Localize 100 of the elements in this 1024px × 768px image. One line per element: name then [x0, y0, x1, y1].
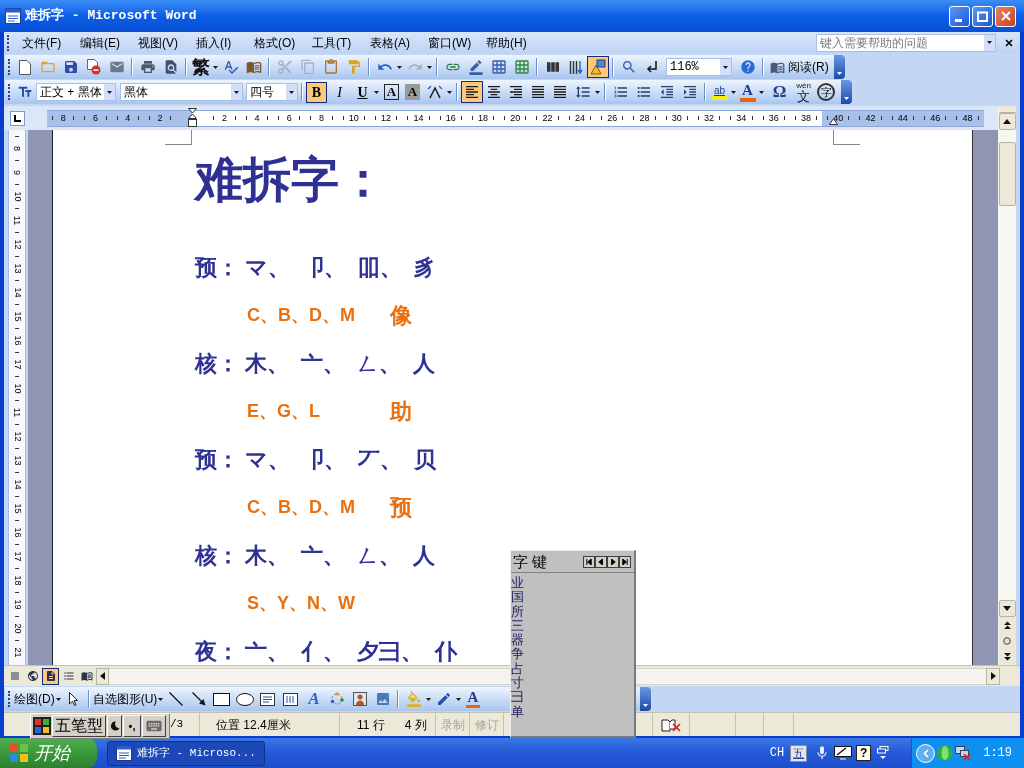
next-page-button[interactable]: [998, 649, 1016, 665]
caret-icon[interactable]: [759, 90, 764, 94]
menu-item[interactable]: 插入(I): [190, 34, 248, 51]
mail-icon[interactable]: [108, 59, 125, 75]
spellcheck-icon[interactable]: [222, 59, 239, 75]
caret-icon[interactable]: [426, 697, 432, 701]
bulleted-list-icon[interactable]: [635, 84, 652, 100]
caret-icon[interactable]: [595, 90, 600, 94]
phonetic-guide-button[interactable]: wén 文: [793, 81, 814, 103]
wordart-button[interactable]: A: [302, 689, 326, 709]
caret-icon[interactable]: [731, 90, 736, 94]
book-icon[interactable]: [245, 59, 262, 75]
numbered-list-icon[interactable]: [612, 84, 629, 100]
close-icon[interactable]: [1005, 38, 1013, 47]
page-with-stop-icon[interactable]: [86, 59, 101, 75]
color-grid-icon[interactable]: [33, 717, 51, 735]
scroll-right-button[interactable]: [986, 667, 1000, 685]
menu-item[interactable]: 帮助(H): [480, 34, 538, 51]
spreadsheet-icon[interactable]: [513, 59, 530, 75]
first-button[interactable]: [583, 555, 595, 568]
restore-icon[interactable]: [877, 746, 890, 760]
draw-menu-button[interactable]: 绘图(D): [13, 691, 55, 707]
italic-button[interactable]: I: [329, 81, 350, 103]
scroll-thumb[interactable]: [998, 142, 1016, 206]
caret-icon[interactable]: [723, 65, 728, 69]
person-picture-icon[interactable]: [352, 692, 367, 706]
punctuation-button[interactable]: •,: [123, 715, 141, 737]
caret-icon[interactable]: [289, 90, 294, 94]
caret-icon[interactable]: [427, 65, 432, 69]
toolbar-options-button[interactable]: [833, 55, 845, 79]
help-button[interactable]: ?: [856, 745, 872, 761]
menu-item[interactable]: 编辑(E): [74, 34, 132, 51]
last-button[interactable]: [619, 555, 631, 568]
pencil-icon[interactable]: [467, 59, 484, 75]
styles-icon[interactable]: [16, 84, 33, 100]
image-icon[interactable]: [374, 691, 391, 707]
maximize-button[interactable]: [972, 5, 993, 27]
caret-icon[interactable]: [397, 65, 402, 69]
soft-keyboard-button[interactable]: [142, 715, 166, 737]
alignment-button[interactable]: [461, 81, 483, 103]
table-icon[interactable]: [490, 59, 507, 75]
previous-button[interactable]: [595, 555, 607, 568]
line-spacing-icon[interactable]: [574, 84, 591, 100]
caret-icon[interactable]: [234, 90, 239, 94]
vertical-text-box-icon[interactable]: [283, 692, 299, 706]
font-color-button[interactable]: A: [737, 81, 758, 103]
close-button[interactable]: [995, 5, 1016, 27]
caret-icon[interactable]: [456, 697, 462, 701]
caret-icon[interactable]: [107, 90, 112, 94]
ime-indicator[interactable]: 五: [790, 744, 808, 762]
language-indicator[interactable]: CH: [769, 744, 785, 762]
highlight-button[interactable]: ab: [709, 81, 730, 103]
decrease-indent-icon[interactable]: [658, 84, 675, 100]
ring-diagram-icon[interactable]: [329, 692, 344, 706]
rectangle-icon[interactable]: [213, 692, 231, 706]
drawing-button[interactable]: [587, 56, 609, 78]
previous-page-button[interactable]: [998, 617, 1016, 633]
toolbar-options-button[interactable]: [640, 687, 651, 711]
start-button[interactable]: 开始: [0, 738, 97, 768]
underline-button[interactable]: U: [352, 81, 373, 103]
printer-icon[interactable]: [139, 59, 156, 75]
next-button[interactable]: [607, 555, 619, 568]
minimize-button[interactable]: [949, 5, 970, 27]
line-icon[interactable]: [168, 692, 183, 706]
caret-icon[interactable]: [374, 90, 379, 94]
toolbar-options-button[interactable]: [841, 80, 852, 104]
caret-icon[interactable]: [836, 72, 842, 75]
help-icon[interactable]: [739, 59, 756, 75]
clipboard-icon[interactable]: [322, 59, 339, 75]
style-dropdown[interactable]: 正文 + 黑体: [36, 83, 116, 101]
menu-item[interactable]: 格式(O): [248, 34, 306, 51]
indent-marker[interactable]: [188, 108, 197, 128]
caret-icon[interactable]: [844, 97, 849, 100]
enclose-characters-button[interactable]: 字: [817, 83, 835, 101]
width-toggle-button[interactable]: [107, 715, 122, 737]
menu-item[interactable]: 表格(A): [364, 34, 422, 51]
text-box-icon[interactable]: [260, 692, 276, 706]
menu-item[interactable]: 工具(T): [306, 34, 364, 51]
character-border-button[interactable]: A: [384, 84, 399, 100]
arrow-icon[interactable]: [191, 692, 206, 706]
autoshapes-menu-button[interactable]: 自选图形(U): [92, 691, 158, 707]
convert-button[interactable]: 繁: [190, 57, 212, 77]
save-icon[interactable]: [62, 59, 79, 75]
caret-icon[interactable]: [213, 65, 218, 69]
caret-icon[interactable]: [55, 697, 61, 701]
scroll-up-button[interactable]: [998, 113, 1016, 130]
caret-icon[interactable]: [987, 41, 992, 44]
scroll-down-button[interactable]: [998, 600, 1016, 617]
caret-icon[interactable]: [447, 90, 452, 94]
font-dropdown[interactable]: 黑体: [120, 83, 243, 101]
blank-page-icon[interactable]: [18, 59, 31, 75]
font-size-dropdown[interactable]: 四号: [246, 83, 298, 101]
menu-item[interactable]: 视图(V): [132, 34, 190, 51]
show-hidden-icons-button[interactable]: [916, 743, 936, 763]
scroll-left-button[interactable]: [96, 667, 109, 685]
magnifier-icon[interactable]: [620, 59, 637, 75]
pen-tablet-icon[interactable]: [834, 746, 853, 760]
caret-icon[interactable]: [643, 704, 648, 707]
lines-with-arrow-icon[interactable]: [568, 59, 583, 75]
zoom-dropdown[interactable]: 116%: [666, 58, 732, 76]
